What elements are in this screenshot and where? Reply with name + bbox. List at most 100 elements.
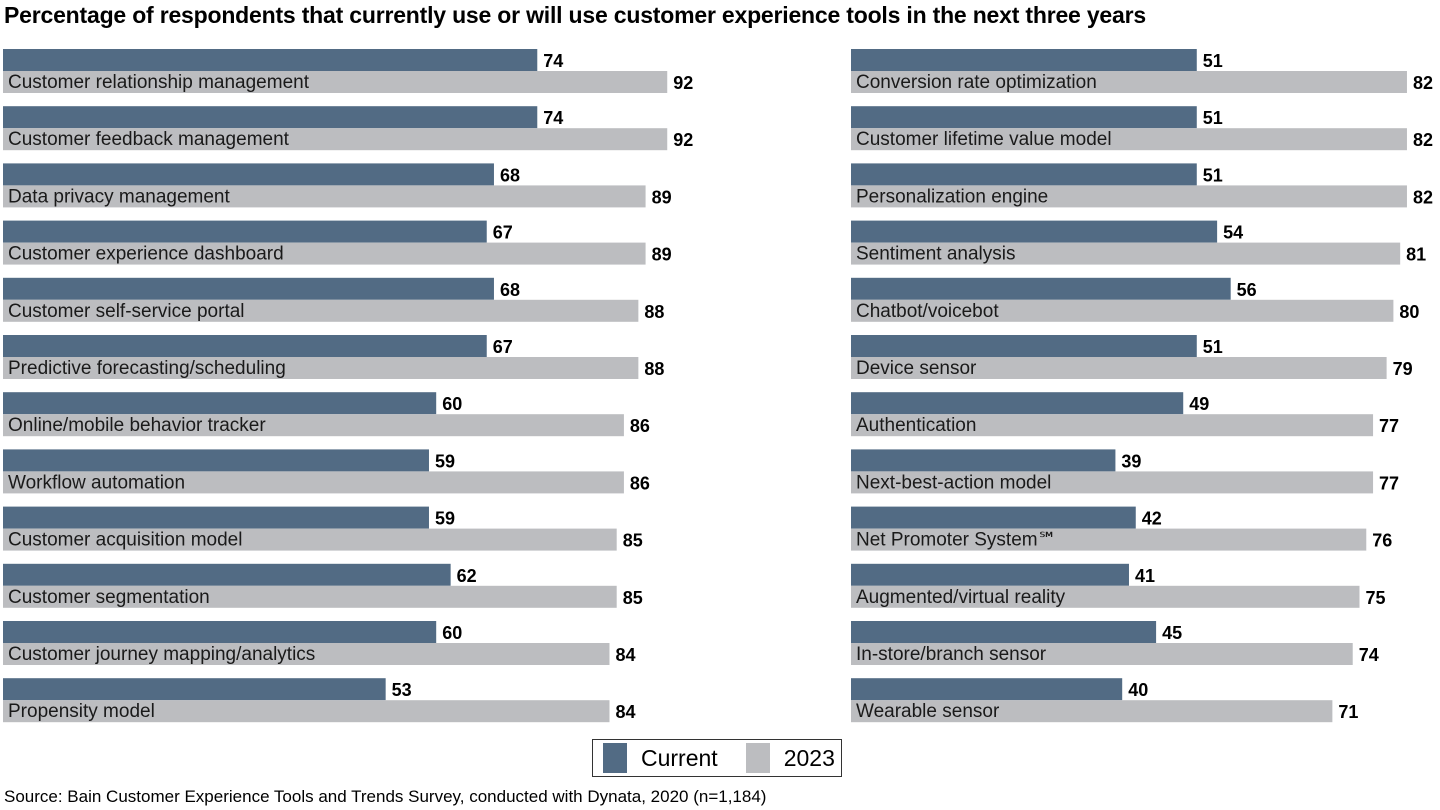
value-label-2023: 92 <box>673 73 693 93</box>
bar-chart: Customer relationship management7492Cust… <box>3 49 1433 723</box>
bar-current <box>3 449 429 472</box>
category-label: Customer feedback management <box>8 129 290 150</box>
category-label: Customer relationship management <box>8 72 310 93</box>
value-label-current: 68 <box>500 165 520 185</box>
bar-row: Net Promoter System℠ 42 76 <box>851 506 1392 551</box>
value-label-current: 39 <box>1121 451 1141 471</box>
bar-current <box>851 277 1231 300</box>
legend-swatch-current <box>603 743 627 773</box>
value-label-2023: 81 <box>1406 245 1426 265</box>
bar-current <box>851 392 1184 415</box>
category-label: Customer self-service portal <box>8 301 245 322</box>
value-label-2023: 85 <box>623 588 643 608</box>
bar-row: Propensity model 53 84 <box>3 678 636 723</box>
category-label: Net Promoter System℠ <box>856 530 1057 551</box>
value-label-current: 40 <box>1128 680 1148 700</box>
value-label-current: 59 <box>435 509 455 529</box>
category-label: Customer lifetime value model <box>856 129 1112 150</box>
value-label-2023: 88 <box>644 359 664 379</box>
legend-swatch-2023 <box>745 743 770 773</box>
value-label-2023: 77 <box>1379 473 1399 493</box>
bar-current <box>851 621 1157 643</box>
category-label: Sentiment analysis <box>856 244 1015 265</box>
category-label: Customer acquisition model <box>8 530 242 551</box>
value-label-2023: 86 <box>630 416 650 436</box>
bar-current <box>851 335 1197 357</box>
value-label-current: 45 <box>1162 623 1182 643</box>
bar-row: Next-best-action model 39 77 <box>851 449 1399 494</box>
bar-row: In-store/branch sensor 45 74 <box>851 621 1379 665</box>
category-label: Workflow automation <box>8 472 185 493</box>
value-label-current: 74 <box>543 108 563 128</box>
value-label-current: 67 <box>493 223 513 243</box>
value-label-2023: 80 <box>1399 302 1419 322</box>
bar-current <box>3 106 538 129</box>
value-label-2023: 82 <box>1413 187 1433 207</box>
category-label: Customer experience dashboard <box>8 244 284 265</box>
value-label-2023: 75 <box>1366 588 1386 608</box>
value-label-current: 60 <box>442 394 462 414</box>
bar-current <box>3 563 451 586</box>
value-label-2023: 84 <box>615 645 635 665</box>
value-label-2023: 89 <box>652 187 672 207</box>
value-label-2023: 79 <box>1393 359 1413 379</box>
bar-current <box>3 220 487 243</box>
bar-row: Conversion rate optimization 51 82 <box>851 49 1433 93</box>
bar-row: Chatbot/voicebot 56 80 <box>851 277 1419 322</box>
category-label: In-store/branch sensor <box>856 644 1047 665</box>
category-label: Predictive forecasting/scheduling <box>8 358 286 379</box>
value-label-current: 62 <box>457 566 477 586</box>
category-label: Customer journey mapping/analytics <box>8 644 315 665</box>
value-label-current: 67 <box>493 337 513 357</box>
bar-row: Customer experience dashboard 67 89 <box>3 220 672 265</box>
bar-row: Customer feedback management 74 92 <box>3 106 693 151</box>
value-label-2023: 82 <box>1413 130 1433 150</box>
bar-row: Augmented/virtual reality 41 75 <box>851 563 1386 608</box>
left-panel: Customer relationship management7492Cust… <box>3 49 693 723</box>
category-label: Personalization engine <box>856 186 1048 207</box>
bar-row: Customer relationship management 74 92 <box>3 49 693 93</box>
bar-current <box>851 49 1197 71</box>
category-label: Next-best-action model <box>856 472 1051 493</box>
bar-current <box>851 163 1197 186</box>
bar-current <box>3 163 494 186</box>
value-label-2023: 74 <box>1359 645 1379 665</box>
bar-current <box>3 335 487 357</box>
category-label: Augmented/virtual reality <box>856 587 1066 608</box>
bar-row: Wearable sensor 40 71 <box>851 678 1358 723</box>
value-label-current: 51 <box>1203 51 1223 71</box>
bar-row: Customer segmentation 62 85 <box>3 563 643 608</box>
bar-current <box>851 506 1136 529</box>
legend: Current 2023 <box>592 739 842 777</box>
bar-current <box>3 277 494 300</box>
bar-current <box>3 506 429 529</box>
legend-item-current: Current <box>603 743 718 773</box>
value-label-current: 51 <box>1203 165 1223 185</box>
value-label-2023: 85 <box>623 531 643 551</box>
value-label-current: 74 <box>543 51 563 71</box>
bar-row: Customer acquisition model 59 85 <box>3 506 643 551</box>
bar-current <box>851 449 1116 472</box>
value-label-current: 56 <box>1237 280 1257 300</box>
bar-current <box>851 678 1123 701</box>
value-label-current: 51 <box>1203 108 1223 128</box>
right-panel: Conversion rate optimization 51 82 Customer… <box>851 49 1433 723</box>
category-label: Customer segmentation <box>8 587 210 608</box>
bar-row: Authentication 49 77 <box>851 392 1399 437</box>
bar-row: Customer journey mapping/analytics 60 84 <box>3 621 636 665</box>
value-label-2023: 77 <box>1379 416 1399 436</box>
category-label: Conversion rate optimization <box>856 72 1097 93</box>
category-label: Propensity model <box>8 701 155 722</box>
category-label: Authentication <box>856 415 976 436</box>
value-label-current: 54 <box>1223 223 1243 243</box>
bar-current <box>3 678 386 701</box>
bar-row: Workflow automation 59 86 <box>3 449 650 494</box>
bar-current <box>3 621 437 643</box>
legend-item-2023: 2023 <box>745 743 835 773</box>
category-label: Online/mobile behavior tracker <box>8 415 266 436</box>
category-label: Device sensor <box>856 358 977 379</box>
value-label-2023: 92 <box>673 130 693 150</box>
bar-current <box>3 49 538 71</box>
value-label-2023: 76 <box>1372 531 1392 551</box>
value-label-current: 53 <box>392 680 412 700</box>
